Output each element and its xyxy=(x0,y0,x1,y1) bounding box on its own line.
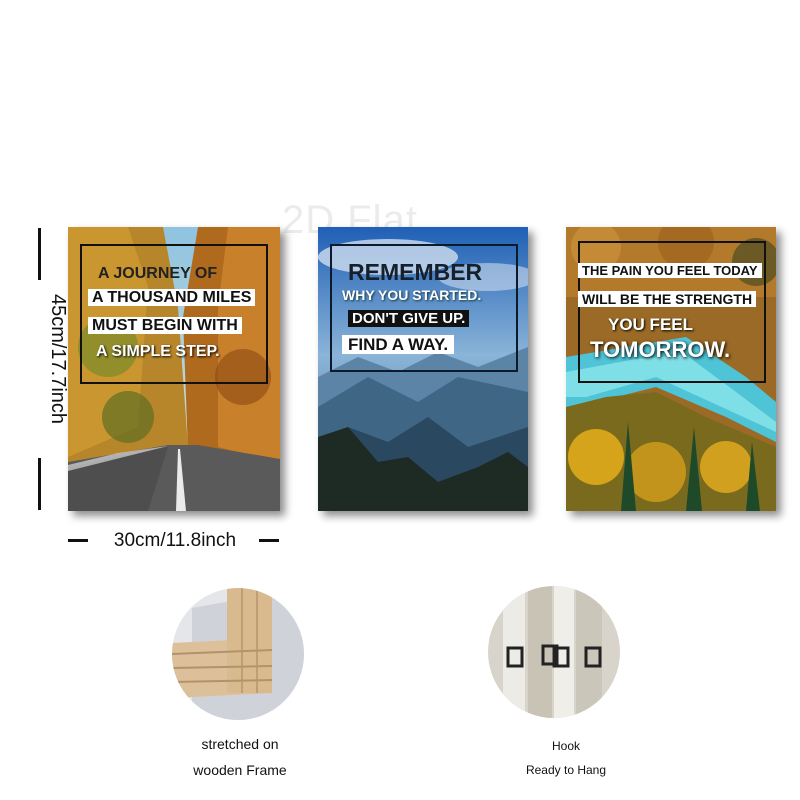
width-marker-right xyxy=(259,539,279,542)
hook-caption: Hook Ready to Hang xyxy=(486,734,646,782)
hook-caption-line2: Ready to Hang xyxy=(525,763,607,777)
canvas-panel-journey: A JOURNEY OF A THOUSAND MILES MUST BEGIN… xyxy=(68,227,280,511)
panel1-line4: A SIMPLE STEP. xyxy=(96,343,220,360)
panel2-line3: DON'T GIVE UP. xyxy=(348,310,470,327)
frame-caption: stretched on wooden Frame xyxy=(160,731,320,783)
panel1-line1: A JOURNEY OF xyxy=(98,265,218,282)
panel1-line3: MUST BEGIN WITH xyxy=(88,317,242,335)
canvas-panel-remember: REMEMBER WHY YOU STARTED. DON'T GIVE UP.… xyxy=(318,227,528,511)
height-marker-top xyxy=(38,228,41,280)
frame-caption-line1: stretched on xyxy=(201,736,279,752)
panel3-line3: YOU FEEL xyxy=(608,315,694,334)
hook-icon xyxy=(488,586,620,718)
frame-caption-line2: wooden Frame xyxy=(193,762,287,778)
panel3-line2: WILL BE THE STRENGTH xyxy=(578,291,757,307)
panel3-line1: THE PAIN YOU FEEL TODAY xyxy=(578,263,762,278)
panel3-line4: TOMORROW. xyxy=(590,337,731,362)
panel2-line4: FIND A WAY. xyxy=(342,335,455,355)
canvas-panel-pain: THE PAIN YOU FEEL TODAY WILL BE THE STRE… xyxy=(566,227,776,511)
wooden-frame-corner-icon xyxy=(172,588,304,720)
panel1-line2: A THOUSAND MILES xyxy=(88,289,256,307)
hook-caption-line1: Hook xyxy=(551,739,580,753)
width-dimension-label: 30cm/11.8inch xyxy=(113,530,237,551)
panel2-line1: REMEMBER xyxy=(348,259,483,285)
panel2-line2: WHY YOU STARTED. xyxy=(342,287,482,303)
width-marker-left xyxy=(68,539,88,542)
height-marker-bottom xyxy=(38,458,41,510)
